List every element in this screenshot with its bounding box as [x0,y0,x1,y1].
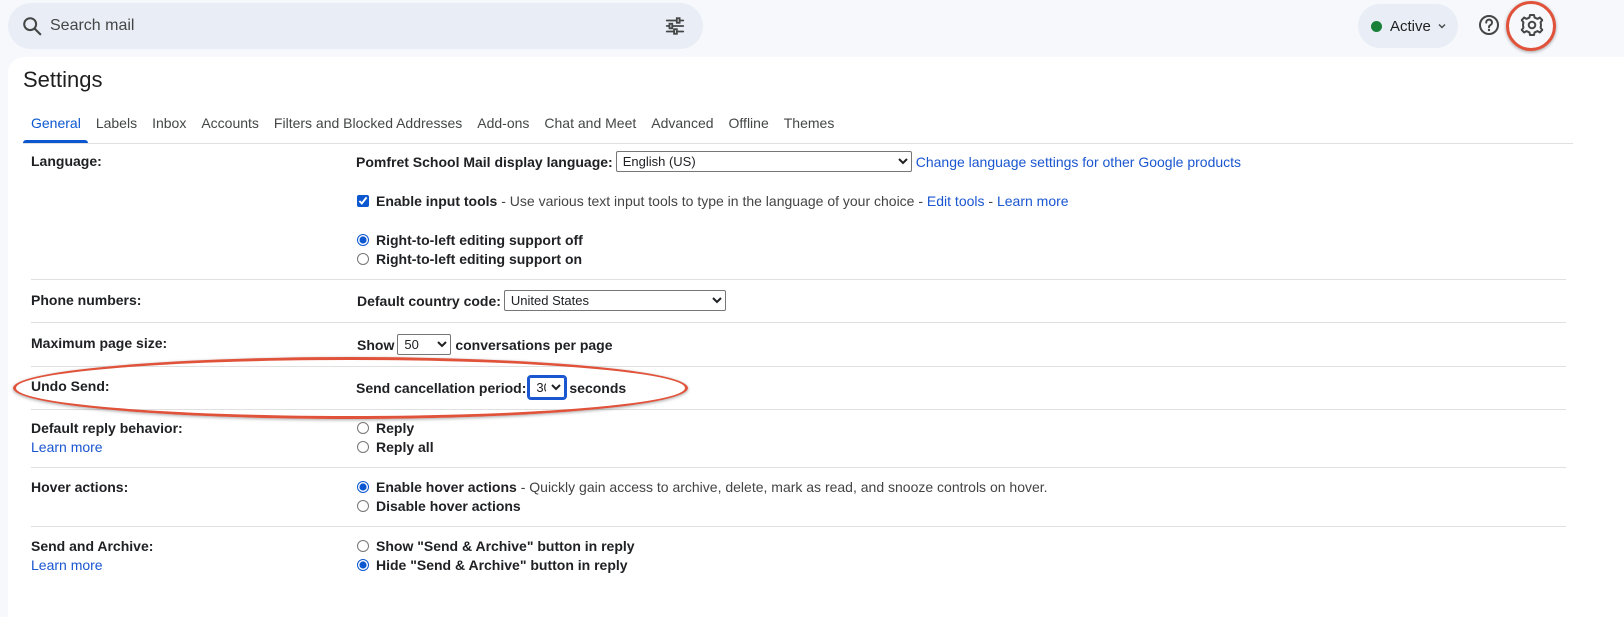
rtl-on-row: Right-to-left editing support on [356,251,582,267]
status-dropdown[interactable]: Active [1358,4,1458,48]
page-size-select[interactable]: 50 [397,334,452,355]
display-language-label: Pomfret School Mail display language: [356,153,613,170]
send-archive-hide-row: Hide "Send & Archive" button in reply [356,557,628,573]
page-size-show: Show [357,336,395,353]
input-tools-description: - Use various text input tools to type i… [497,193,927,209]
tab-add-ons[interactable]: Add-ons [469,107,536,141]
help-icon[interactable] [1474,10,1504,40]
tab-advanced[interactable]: Advanced [643,107,720,141]
hover-disable-radio[interactable] [357,500,369,512]
row-divider [31,322,1566,323]
page-title: Settings [23,67,103,92]
search-icon[interactable] [21,15,43,37]
display-language-row: Pomfret School Mail display language: En… [356,151,1241,172]
chevron-down-icon [1438,24,1446,29]
change-language-link[interactable]: Change language settings for other Googl… [916,154,1241,170]
send-archive-label: Send and Archive: [31,538,154,554]
reply-row: Reply [356,420,414,436]
tab-filters[interactable]: Filters and Blocked Addresses [266,107,469,141]
phone-numbers-label: Phone numbers: [31,292,142,308]
page-size-row: Show 50 conversations per page [357,334,613,355]
page-size-suffix: conversations per page [455,336,613,353]
undo-send-highlight-ellipse [13,357,688,419]
reply-behavior-label: Default reply behavior: [31,420,183,436]
tab-chat-meet[interactable]: Chat and Meet [536,107,643,141]
hover-enable-label: Enable hover actions [376,479,517,495]
tab-general[interactable]: General [23,107,88,143]
tab-accounts[interactable]: Accounts [193,107,266,141]
search-bar[interactable] [8,3,703,49]
send-archive-learn-more-link[interactable]: Learn more [31,557,103,573]
rtl-on-radio[interactable] [357,253,369,265]
hover-enable-row: Enable hover actions - Quickly gain acce… [356,479,1048,495]
tab-labels[interactable]: Labels [88,107,144,141]
country-code-label: Default country code: [357,292,501,309]
send-archive-hide-label: Hide "Send & Archive" button in reply [376,557,628,573]
hover-disable-row: Disable hover actions [356,498,521,514]
hover-actions-label: Hover actions: [31,479,129,495]
tab-inbox[interactable]: Inbox [144,107,193,141]
settings-panel: Settings General Labels Inbox Accounts F… [8,57,1624,617]
separator-dash: - [984,193,997,209]
status-dot [1371,20,1382,32]
rtl-off-radio[interactable] [357,234,369,246]
language-label: Language: [31,153,102,169]
send-archive-show-radio[interactable] [357,540,369,552]
hover-enable-description: - Quickly gain access to archive, delete… [516,479,1048,495]
reply-all-radio[interactable] [357,441,369,453]
reply-all-row: Reply all [356,439,434,455]
row-divider [31,467,1566,468]
input-tools-checkbox[interactable] [357,195,369,207]
input-tools-label: Enable input tools [376,193,498,209]
send-archive-show-label: Show "Send & Archive" button in reply [376,538,635,554]
send-archive-show-row: Show "Send & Archive" button in reply [356,538,635,554]
send-archive-hide-radio[interactable] [357,559,369,571]
tab-offline[interactable]: Offline [721,107,776,141]
search-options-icon[interactable] [664,15,686,37]
input-tools-learn-more-link[interactable]: Learn more [997,193,1069,209]
hover-disable-label: Disable hover actions [376,498,521,514]
input-tools-row: Enable input tools - Use various text in… [356,193,1069,209]
page-size-label: Maximum page size: [31,335,168,351]
reply-label: Reply [376,420,415,436]
reply-learn-more-link[interactable]: Learn more [31,439,103,455]
edit-tools-link[interactable]: Edit tools [927,193,985,209]
search-input[interactable] [48,11,648,41]
settings-tabs: General Labels Inbox Accounts Filters an… [23,107,842,143]
hover-enable-radio[interactable] [357,481,369,493]
row-divider [31,279,1566,280]
country-code-row: Default country code: United States [357,290,730,311]
country-code-select[interactable]: United States [503,290,726,311]
tab-themes[interactable]: Themes [776,107,842,141]
row-divider [31,526,1566,527]
gear-highlight-circle [1506,1,1556,51]
display-language-select[interactable]: English (US) [615,151,912,172]
rtl-off-row: Right-to-left editing support off [356,232,583,248]
rtl-on-label: Right-to-left editing support on [376,251,583,267]
rtl-off-label: Right-to-left editing support off [376,232,583,248]
reply-all-label: Reply all [376,439,434,455]
status-label: Active [1390,17,1431,35]
tabs-divider [23,143,1573,144]
reply-radio[interactable] [357,422,369,434]
